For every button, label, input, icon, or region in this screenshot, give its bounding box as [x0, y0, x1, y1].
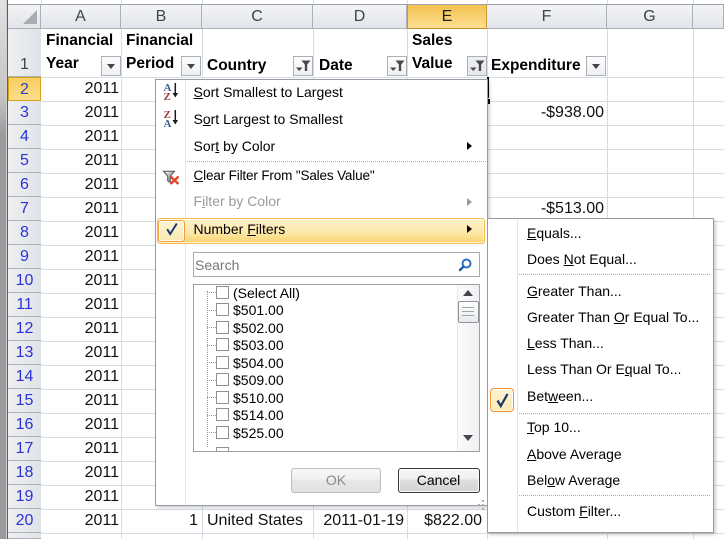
svg-text:A: A [164, 118, 172, 128]
svg-text:Z: Z [164, 91, 171, 101]
